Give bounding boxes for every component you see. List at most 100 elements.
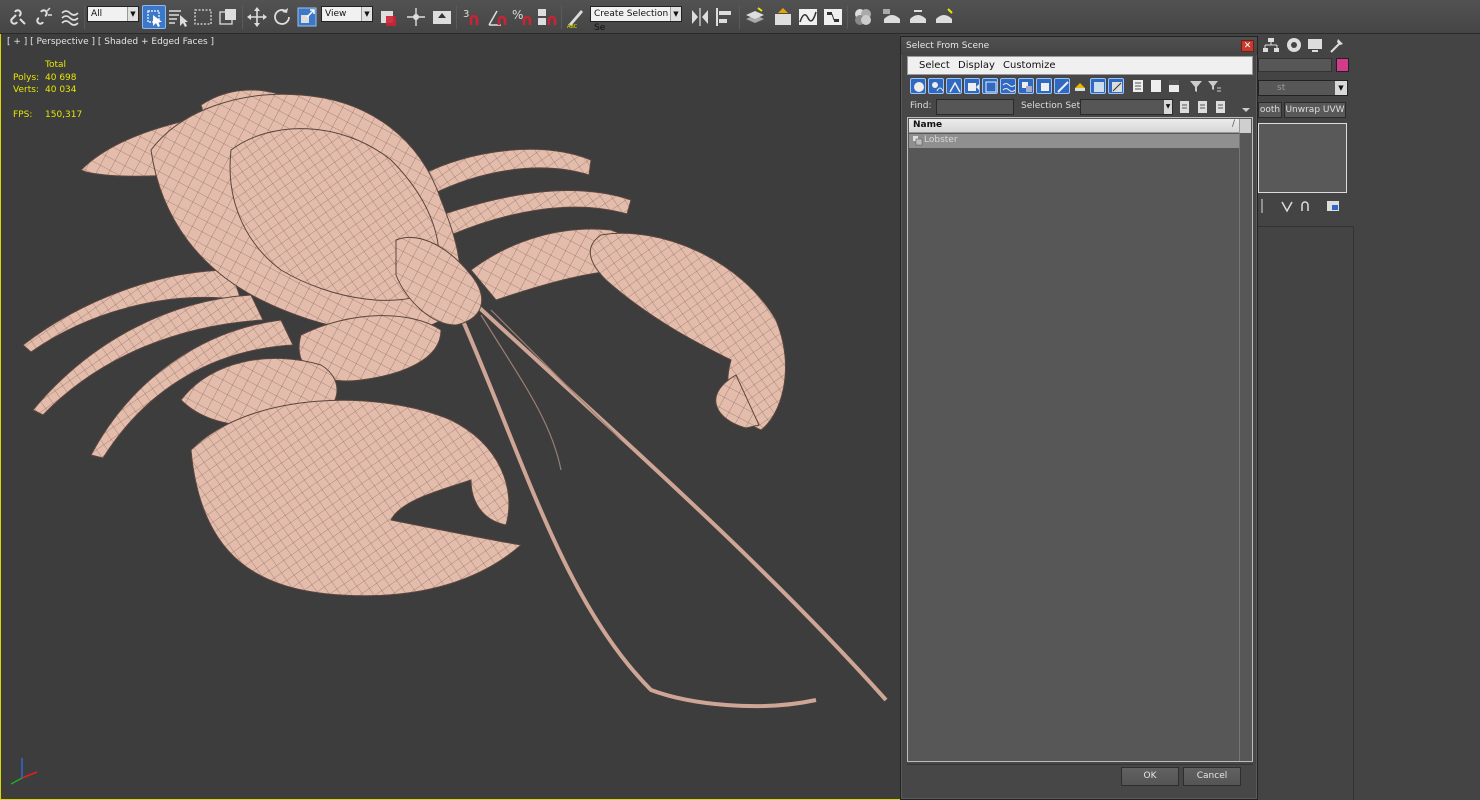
select-and-link-icon[interactable] [6, 5, 30, 29]
svg-text:%: % [512, 8, 523, 22]
display-shapes-icon[interactable] [928, 78, 944, 94]
invert-display-icon[interactable] [1166, 78, 1182, 94]
svg-text:ABC: ABC [567, 24, 578, 29]
hierarchy-tab-icon[interactable] [1262, 36, 1280, 54]
display-xrefs-icon[interactable] [1036, 78, 1052, 94]
reference-coord-dropdown[interactable]: View ▼ [321, 6, 373, 22]
column-header-name[interactable]: Name [913, 120, 942, 130]
render-setup-icon[interactable] [880, 5, 904, 29]
display-space-warps-icon[interactable] [1000, 78, 1016, 94]
list-item-label: Lobster [924, 135, 958, 145]
display-lights-icon[interactable] [946, 78, 962, 94]
display-all-icon[interactable] [1130, 78, 1146, 94]
find-input[interactable] [936, 99, 1014, 115]
display-frozen-icon[interactable] [1090, 78, 1106, 94]
render-production-icon[interactable] [932, 5, 956, 29]
close-icon[interactable]: ✕ [1241, 40, 1254, 52]
layer-manager-icon[interactable] [743, 5, 767, 29]
stack-tools [1256, 197, 1356, 215]
selection-filter-dropdown[interactable]: All ▼ [87, 6, 139, 22]
unwrap-uvw-button[interactable]: Unwrap UVW [1284, 102, 1346, 118]
menu-select[interactable]: Select [919, 60, 950, 71]
list-header: Name / [909, 119, 1239, 133]
snaps-toggle-icon[interactable]: 3 [460, 5, 484, 29]
scene-explorer-icon[interactable] [771, 5, 795, 29]
spinner-snap-icon[interactable] [535, 5, 559, 29]
pivot-center-icon[interactable] [376, 5, 400, 29]
chevron-down-icon: ▼ [361, 7, 372, 21]
ok-button[interactable]: OK [1121, 767, 1179, 786]
display-containers-icon[interactable] [1072, 78, 1088, 94]
find-label: Find: [910, 101, 932, 111]
display-bones-icon[interactable] [1054, 78, 1070, 94]
percent-snap-icon[interactable]: % [510, 5, 534, 29]
angle-snap-icon[interactable] [485, 5, 509, 29]
chevron-down-icon: ▼ [1335, 81, 1347, 95]
rotate-icon[interactable] [270, 5, 294, 29]
menu-display[interactable]: Display [958, 60, 995, 71]
sort-ascending-icon: / [1231, 119, 1235, 129]
edit-named-selection-icon[interactable]: ABC [564, 5, 588, 29]
turbosmooth-button[interactable]: ooth [1258, 102, 1282, 118]
align-icon[interactable] [713, 5, 737, 29]
panel-collapse-icon[interactable] [1239, 99, 1253, 115]
named-selection-dropdown[interactable]: Create Selection Se ▼ [590, 6, 682, 33]
display-cameras-icon[interactable] [964, 78, 980, 94]
pin-stack-icon[interactable] [1258, 199, 1266, 213]
schematic-view-icon[interactable] [821, 5, 845, 29]
select-manipulate-icon[interactable] [404, 5, 428, 29]
reference-coord-value: View [325, 9, 347, 19]
list-item[interactable]: Lobster [909, 134, 1239, 148]
curve-editor-icon[interactable] [796, 5, 820, 29]
display-groups-icon[interactable] [1018, 78, 1034, 94]
chevron-down-icon: ▼ [1164, 100, 1172, 114]
configure-modifier-sets-icon[interactable] [1326, 199, 1340, 213]
utilities-tab-icon[interactable] [1328, 36, 1346, 54]
filter-icon[interactable] [1188, 78, 1204, 94]
dialog-title: Select From Scene [906, 41, 990, 51]
dialog-title-bar[interactable]: Select From Scene ✕ [901, 37, 1257, 55]
select-by-name-icon[interactable] [166, 5, 190, 29]
selection-set-dropdown[interactable]: ▼ [1080, 99, 1173, 115]
move-icon[interactable] [245, 5, 269, 29]
filter-options-icon[interactable] [1206, 78, 1222, 94]
show-end-result-icon[interactable] [1280, 199, 1294, 213]
window-crossing-icon[interactable] [216, 5, 240, 29]
unlink-selection-icon[interactable] [32, 5, 56, 29]
material-editor-icon[interactable] [851, 5, 875, 29]
select-from-scene-dialog: Select From Scene ✕ Select Display Custo… [900, 36, 1258, 800]
dialog-menu-bar: Select Display Customize [907, 56, 1253, 75]
create-selection-set-icon[interactable] [1178, 99, 1192, 115]
display-none-icon[interactable] [1148, 78, 1164, 94]
modifier-parameters-rollout [1258, 226, 1354, 800]
bind-to-space-warp-icon[interactable] [58, 5, 82, 29]
command-panel: st ▼ ooth Unwrap UVW [1256, 34, 1480, 800]
display-hidden-icon[interactable] [1108, 78, 1124, 94]
modifier-stack-view[interactable] [1258, 123, 1347, 193]
object-name-field[interactable] [1258, 58, 1332, 72]
cancel-button[interactable]: Cancel [1183, 767, 1241, 786]
menu-customize[interactable]: Customize [1003, 60, 1056, 71]
select-object-icon[interactable] [142, 5, 166, 29]
remove-from-selection-set-icon[interactable] [1214, 99, 1228, 115]
rectangular-selection-icon[interactable] [191, 5, 215, 29]
perspective-viewport[interactable]: [ + ] [ Perspective ] [ Shaded + Edged F… [0, 34, 900, 800]
keyboard-shortcut-override-icon[interactable] [430, 5, 454, 29]
add-to-selection-set-icon[interactable] [1196, 99, 1210, 115]
list-scrollbar[interactable] [1239, 133, 1252, 761]
object-color-swatch[interactable] [1336, 58, 1349, 72]
scene-object-list[interactable]: Name / Lobster [907, 117, 1253, 762]
display-tab-icon[interactable] [1306, 36, 1324, 54]
display-helpers-icon[interactable] [982, 78, 998, 94]
display-geometry-icon[interactable] [910, 78, 926, 94]
rendered-frame-window-icon[interactable] [906, 5, 930, 29]
named-selection-value: Create Selection Se [594, 9, 669, 33]
mirror-icon[interactable] [688, 5, 712, 29]
lobster-mesh[interactable] [1, 34, 901, 800]
selection-set-label: Selection Set: [1021, 101, 1084, 111]
scale-icon[interactable] [295, 5, 319, 29]
make-unique-icon[interactable] [1298, 199, 1312, 213]
motion-tab-icon[interactable] [1285, 36, 1303, 54]
modifier-list-dropdown[interactable]: st ▼ [1258, 80, 1348, 96]
find-row: Find: Selection Set: ▼ [907, 98, 1253, 116]
